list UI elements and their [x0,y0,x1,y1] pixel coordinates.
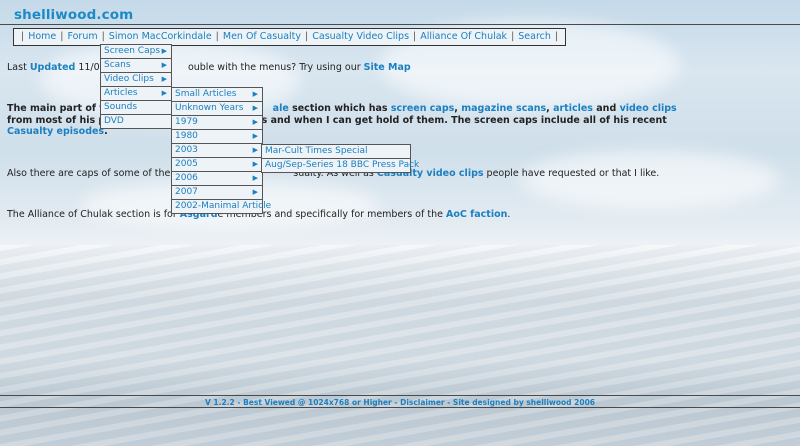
nav-alliance-of-chulak[interactable]: Alliance Of Chulak [420,31,507,42]
nav-forum[interactable]: Forum [67,31,97,42]
menu-scans[interactable]: Scans ▶ [101,59,171,73]
top-nav: | Home | Forum | Simon MacCorkindale | Men Of C… [13,28,567,46]
casualty-episodes-link[interactable]: Casualty episodes [7,126,104,137]
update-line: Last Updated 11/07/ouble with the menus?… [7,62,411,73]
footer-text: V 1.2.2 - Best Viewed @ 1024x768 or High… [204,398,596,407]
nav-home[interactable]: Home [28,31,56,42]
cloud-decoration [520,150,780,210]
intro-paragraph-line3: Casualty episodes. [7,126,108,137]
nav-casualty-video-clips[interactable]: Casualty Video Clips [312,31,409,42]
arrow-right-icon: ▶ [252,160,258,168]
footer-rule-top [0,395,800,396]
menu-articles[interactable]: Articles ▶ [101,87,171,101]
arrow-right-icon: ▶ [161,47,167,55]
site-title[interactable]: shelliwood.com [14,7,133,23]
arrow-right-icon: ▶ [161,89,167,97]
section-link[interactable]: ale [273,103,289,114]
simon-submenu: Screen Caps ▶ Scans ▶ Video Clips ▶ Article… [100,44,172,129]
arrow-right-icon: ▶ [252,118,258,126]
updated-link[interactable]: Updated [30,62,76,73]
menu-2003[interactable]: 2003 ▶ [172,144,262,158]
menu-2007[interactable]: 2007 ▶ [172,186,262,200]
menu-bbc-press-pack[interactable]: Aug/Sep-Series 18 BBC Press Pack [262,159,419,172]
header-rule [0,24,800,25]
sea-background [0,245,800,446]
screen-caps-link[interactable]: screen caps [391,103,454,114]
arrow-right-icon: ▶ [252,90,258,98]
menu-video-clips[interactable]: Video Clips ▶ [101,73,171,87]
menu-unknown-years[interactable]: Unknown Years ▶ [172,102,262,116]
arrow-right-icon: ▶ [252,104,258,112]
magazine-scans-link[interactable]: magazine scans [461,103,546,114]
menu-mar-cult-times-special[interactable]: Mar-Cult Times Special [262,145,410,159]
aoc-faction-link[interactable]: AoC faction [446,209,507,220]
articles-link[interactable]: articles [553,103,593,114]
arrow-right-icon: ▶ [252,132,258,140]
year-2003-submenu: Mar-Cult Times Special Aug/Sep-Series 18… [261,144,419,173]
menu-2002-manimal-article[interactable]: 2002-Manimal Article [172,200,271,213]
arrow-right-icon: ▶ [252,174,258,182]
menu-1980[interactable]: 1980 ▶ [172,130,262,144]
menu-sounds[interactable]: Sounds [101,101,171,115]
menu-dvd[interactable]: DVD [101,115,171,128]
arrow-right-icon: ▶ [252,146,258,154]
menu-small-articles[interactable]: Small Articles ▶ [172,88,262,102]
menu-2005[interactable]: 2005 ▶ [172,158,262,172]
arrow-right-icon: ▶ [161,61,167,69]
nav-search[interactable]: Search [518,31,551,42]
arrow-right-icon: ▶ [161,75,167,83]
menu-screen-caps[interactable]: Screen Caps ▶ [101,45,171,59]
menu-2006[interactable]: 2006 ▶ [172,172,262,186]
articles-submenu: Small Articles ▶ Unknown Years ▶ 1979 ▶ 198… [171,87,271,214]
site-map-link[interactable]: Site Map [364,62,411,73]
nav-men-of-casualty[interactable]: Men Of Casualty [223,31,301,42]
video-clips-link[interactable]: video clips [620,103,677,114]
nav-simon-maccorkindale[interactable]: Simon MacCorkindale [109,31,212,42]
arrow-right-icon: ▶ [252,188,258,196]
menu-1979[interactable]: 1979 ▶ [172,116,262,130]
footer-rule-bottom [0,407,800,408]
